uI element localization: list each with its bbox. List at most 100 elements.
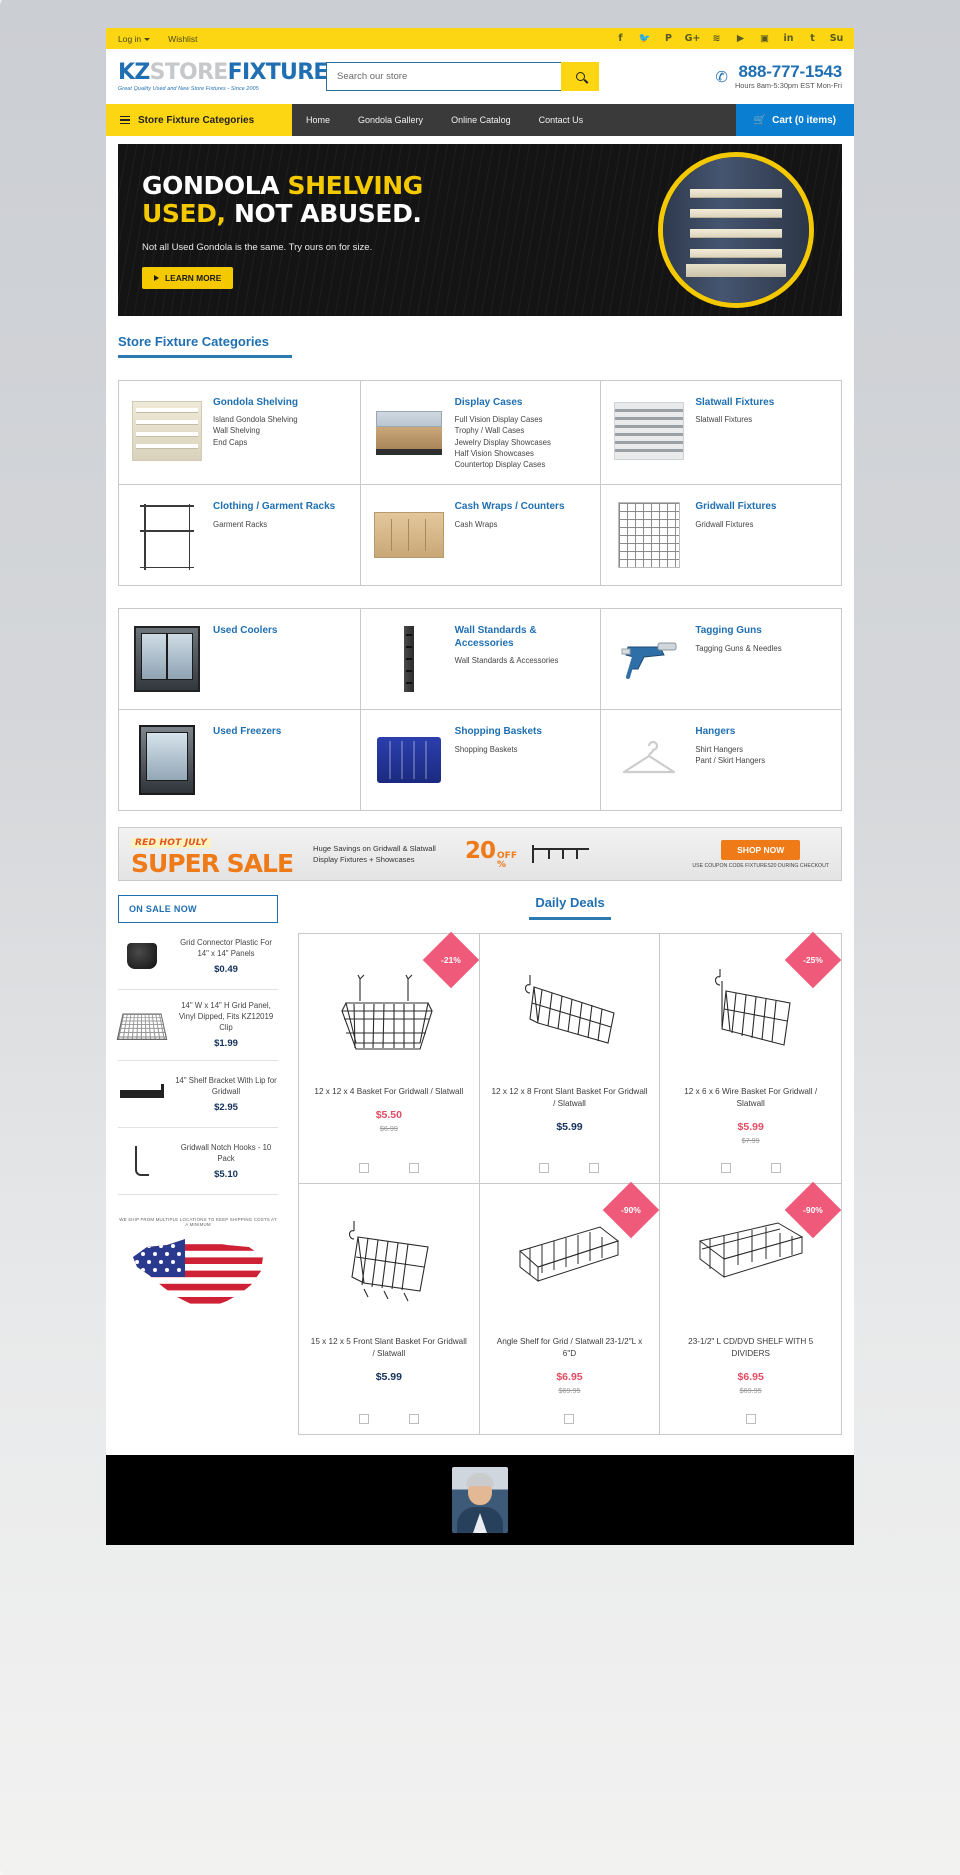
product-price: $5.99 (490, 1117, 650, 1135)
discount-badge-label: -21% (440, 954, 461, 965)
nav-item-gondola-gallery[interactable]: Gondola Gallery (344, 104, 437, 136)
product-card[interactable]: -90% 23-1/2" L CD/DVD SHELF WITH 5 DIVID… (660, 1181, 842, 1434)
product-name: Angle Shelf for Grid / Slatwall 23-1/2"L… (496, 1336, 643, 1358)
phone-block[interactable]: ✆ 888-777-1543 Hours 8am-5:30pm EST Mon-… (715, 63, 842, 90)
category-card-used-coolers[interactable]: Used Coolers (119, 609, 360, 709)
discount-badge-label: -90% (621, 1204, 642, 1215)
product-card[interactable]: -25% 12 x 6 x 6 Wire Basket For Gridwall… (660, 931, 842, 1184)
promo-discount-number: 20 (465, 837, 496, 864)
category-card-shopping-baskets[interactable]: Shopping Baskets Shopping Baskets (359, 710, 601, 811)
gondola-shelf-illustration (686, 187, 786, 279)
on-sale-now-header[interactable]: ON SALE NOW (118, 895, 278, 924)
wishlist-checkbox[interactable] (589, 1162, 600, 1173)
category-row: Used Coolers Wall Standards & Accessorie… (119, 609, 841, 710)
compare-checkbox[interactable] (720, 1162, 731, 1173)
categories-menu-button[interactable]: Store Fixture Categories (106, 104, 292, 136)
category-card-used-freezers[interactable]: Used Freezers (119, 710, 360, 810)
compare-checkbox[interactable] (564, 1413, 575, 1424)
category-sublink[interactable]: Cash Wraps (455, 519, 565, 530)
instagram-icon[interactable]: ▣ (759, 33, 770, 44)
list-item[interactable]: Gridwall Notch Hooks - 10 Pack $5.10 (118, 1128, 278, 1196)
nav-item-home[interactable]: Home (292, 104, 344, 136)
product-card[interactable]: 15 x 12 x 5 Front Slant Basket For Gridw… (299, 1183, 480, 1434)
category-card-gridwall-fixtures[interactable]: Gridwall Fixtures Gridwall Fixtures (600, 485, 841, 586)
category-sublink[interactable]: End Caps (213, 437, 298, 448)
product-actions (670, 1151, 831, 1173)
facebook-icon[interactable]: f (615, 33, 626, 44)
category-title: Cash Wraps / Counters (454, 501, 565, 513)
category-sublink[interactable]: Countertop Display Cases (455, 459, 551, 470)
list-item[interactable]: 14" Shelf Bracket With Lip for Gridwall … (118, 1061, 278, 1129)
category-sublink[interactable]: Slatwall Fixtures (695, 414, 774, 425)
shop-now-button[interactable]: SHOP NOW (721, 839, 801, 860)
login-link[interactable]: Log in (118, 34, 151, 44)
search-input[interactable] (326, 62, 561, 91)
promo-headline-block: RED HOT JULY SUPER SALE (131, 832, 301, 876)
category-sublink[interactable]: Gridwall Fixtures (695, 519, 776, 530)
category-title: Hangers (695, 726, 736, 738)
compare-checkbox[interactable] (358, 1413, 369, 1424)
hero-line2-b: NOT ABUSED. (225, 199, 422, 228)
compare-checkbox[interactable] (539, 1162, 550, 1173)
product-sale-price: $5.99 (737, 1120, 764, 1133)
compare-checkbox[interactable] (745, 1413, 756, 1424)
tumblr-icon[interactable]: t (807, 33, 818, 44)
hero-learn-more-button[interactable]: LEARN MORE (142, 267, 234, 289)
category-sublink[interactable]: Wall Standards & Accessories (455, 655, 589, 666)
search-button[interactable] (561, 62, 599, 91)
product-card[interactable]: 12 x 12 x 8 Front Slant Basket For Gridw… (479, 933, 661, 1184)
category-sublink[interactable]: Pant / Skirt Hangers (695, 755, 765, 766)
youtube-icon[interactable]: ▶ (735, 33, 746, 44)
promo-sale-banner[interactable]: RED HOT JULY SUPER SALE Huge Savings on … (118, 827, 842, 882)
hanger-icon (623, 741, 676, 774)
category-sublink[interactable]: Island Gondola Shelving (213, 414, 298, 425)
sidebar-product-price: $2.95 (214, 1101, 238, 1113)
category-card-cash-wraps-counters[interactable]: Cash Wraps / Counters Cash Wraps (359, 485, 601, 586)
twitter-icon[interactable]: 🐦 (639, 33, 651, 44)
list-item[interactable]: 14" W x 14" H Grid Panel, Vinyl Dipped, … (116, 990, 278, 1062)
category-sublink[interactable]: Jewelry Display Showcases (455, 437, 551, 448)
category-title: Used Freezers (213, 726, 282, 738)
hero-banner[interactable]: GONDOLA SHELVING USED, NOT ABUSED. Not a… (118, 144, 842, 316)
category-sublink[interactable]: Half Vision Showcases (455, 448, 551, 459)
category-card-clothing-garment-racks[interactable]: Clothing / Garment Racks Garment Racks (119, 485, 360, 585)
category-sublink[interactable]: Shirt Hangers (695, 744, 765, 755)
list-item[interactable]: Grid Connector Plastic For 14" x 14" Pan… (118, 923, 278, 991)
nav-item-online-catalog[interactable]: Online Catalog (437, 104, 525, 136)
product-card[interactable]: -90% Angle Shelf for Grid / Slatwall 23-… (479, 1181, 661, 1434)
category-card-tagging-guns[interactable]: Tagging Guns Tagging Guns & Needles (600, 609, 841, 710)
category-card-wall-standards[interactable]: Wall Standards & Accessories Wall Standa… (359, 609, 601, 710)
category-sublink[interactable]: Trophy / Wall Cases (455, 425, 551, 436)
wishlist-checkbox[interactable] (408, 1413, 419, 1424)
pinterest-icon[interactable]: P (663, 33, 674, 44)
category-card-hangers[interactable]: Hangers Shirt Hangers Pant / Skirt Hange… (600, 710, 841, 811)
site-logo[interactable]: KZSTOREFIXTURES Great Quality Used and N… (118, 61, 344, 92)
compare-checkbox[interactable] (358, 1162, 369, 1173)
garment-rack-thumbnail (131, 499, 203, 571)
nav-item-contact-us[interactable]: Contact Us (525, 104, 598, 136)
category-card-display-cases[interactable]: Display Cases Full Vision Display Cases … (359, 380, 601, 485)
product-price: $5.99 (309, 1367, 469, 1385)
product-actions (309, 1402, 469, 1424)
googleplus-icon[interactable]: G+ (685, 33, 701, 44)
wishlist-checkbox[interactable] (770, 1162, 781, 1173)
rss-icon[interactable]: ≋ (711, 33, 722, 44)
wishlist-checkbox[interactable] (408, 1162, 419, 1173)
linkedin-icon[interactable]: in (783, 33, 794, 44)
category-sublink[interactable]: Wall Shelving (213, 425, 298, 436)
category-sublinks: Tagging Guns & Needles (695, 643, 781, 654)
category-card-gondola-shelving[interactable]: Gondola Shelving Island Gondola Shelving… (119, 381, 360, 485)
category-sublink[interactable]: Tagging Guns & Needles (695, 643, 781, 654)
cart-button[interactable]: 🛒 Cart (0 items) (735, 104, 854, 136)
stumbleupon-icon[interactable]: Su (830, 33, 844, 44)
category-sublink[interactable]: Full Vision Display Cases (455, 414, 551, 425)
cash-wrap-thumbnail (373, 499, 445, 571)
category-sublink[interactable]: Garment Racks (213, 519, 335, 530)
category-sublink[interactable]: Shopping Baskets (455, 744, 542, 755)
product-sale-price: $6.95 (556, 1370, 583, 1383)
product-card[interactable]: -21% 12 x 12 x 4 Basket For Gridwall / S… (299, 931, 480, 1184)
categories-section-heading: Store Fixture Categories (118, 334, 842, 364)
wishlist-link[interactable]: Wishlist (168, 34, 197, 44)
category-card-slatwall-fixtures[interactable]: Slatwall Fixtures Slatwall Fixtures (600, 380, 841, 485)
category-block-2: Used Coolers Wall Standards & Accessorie… (118, 608, 842, 812)
